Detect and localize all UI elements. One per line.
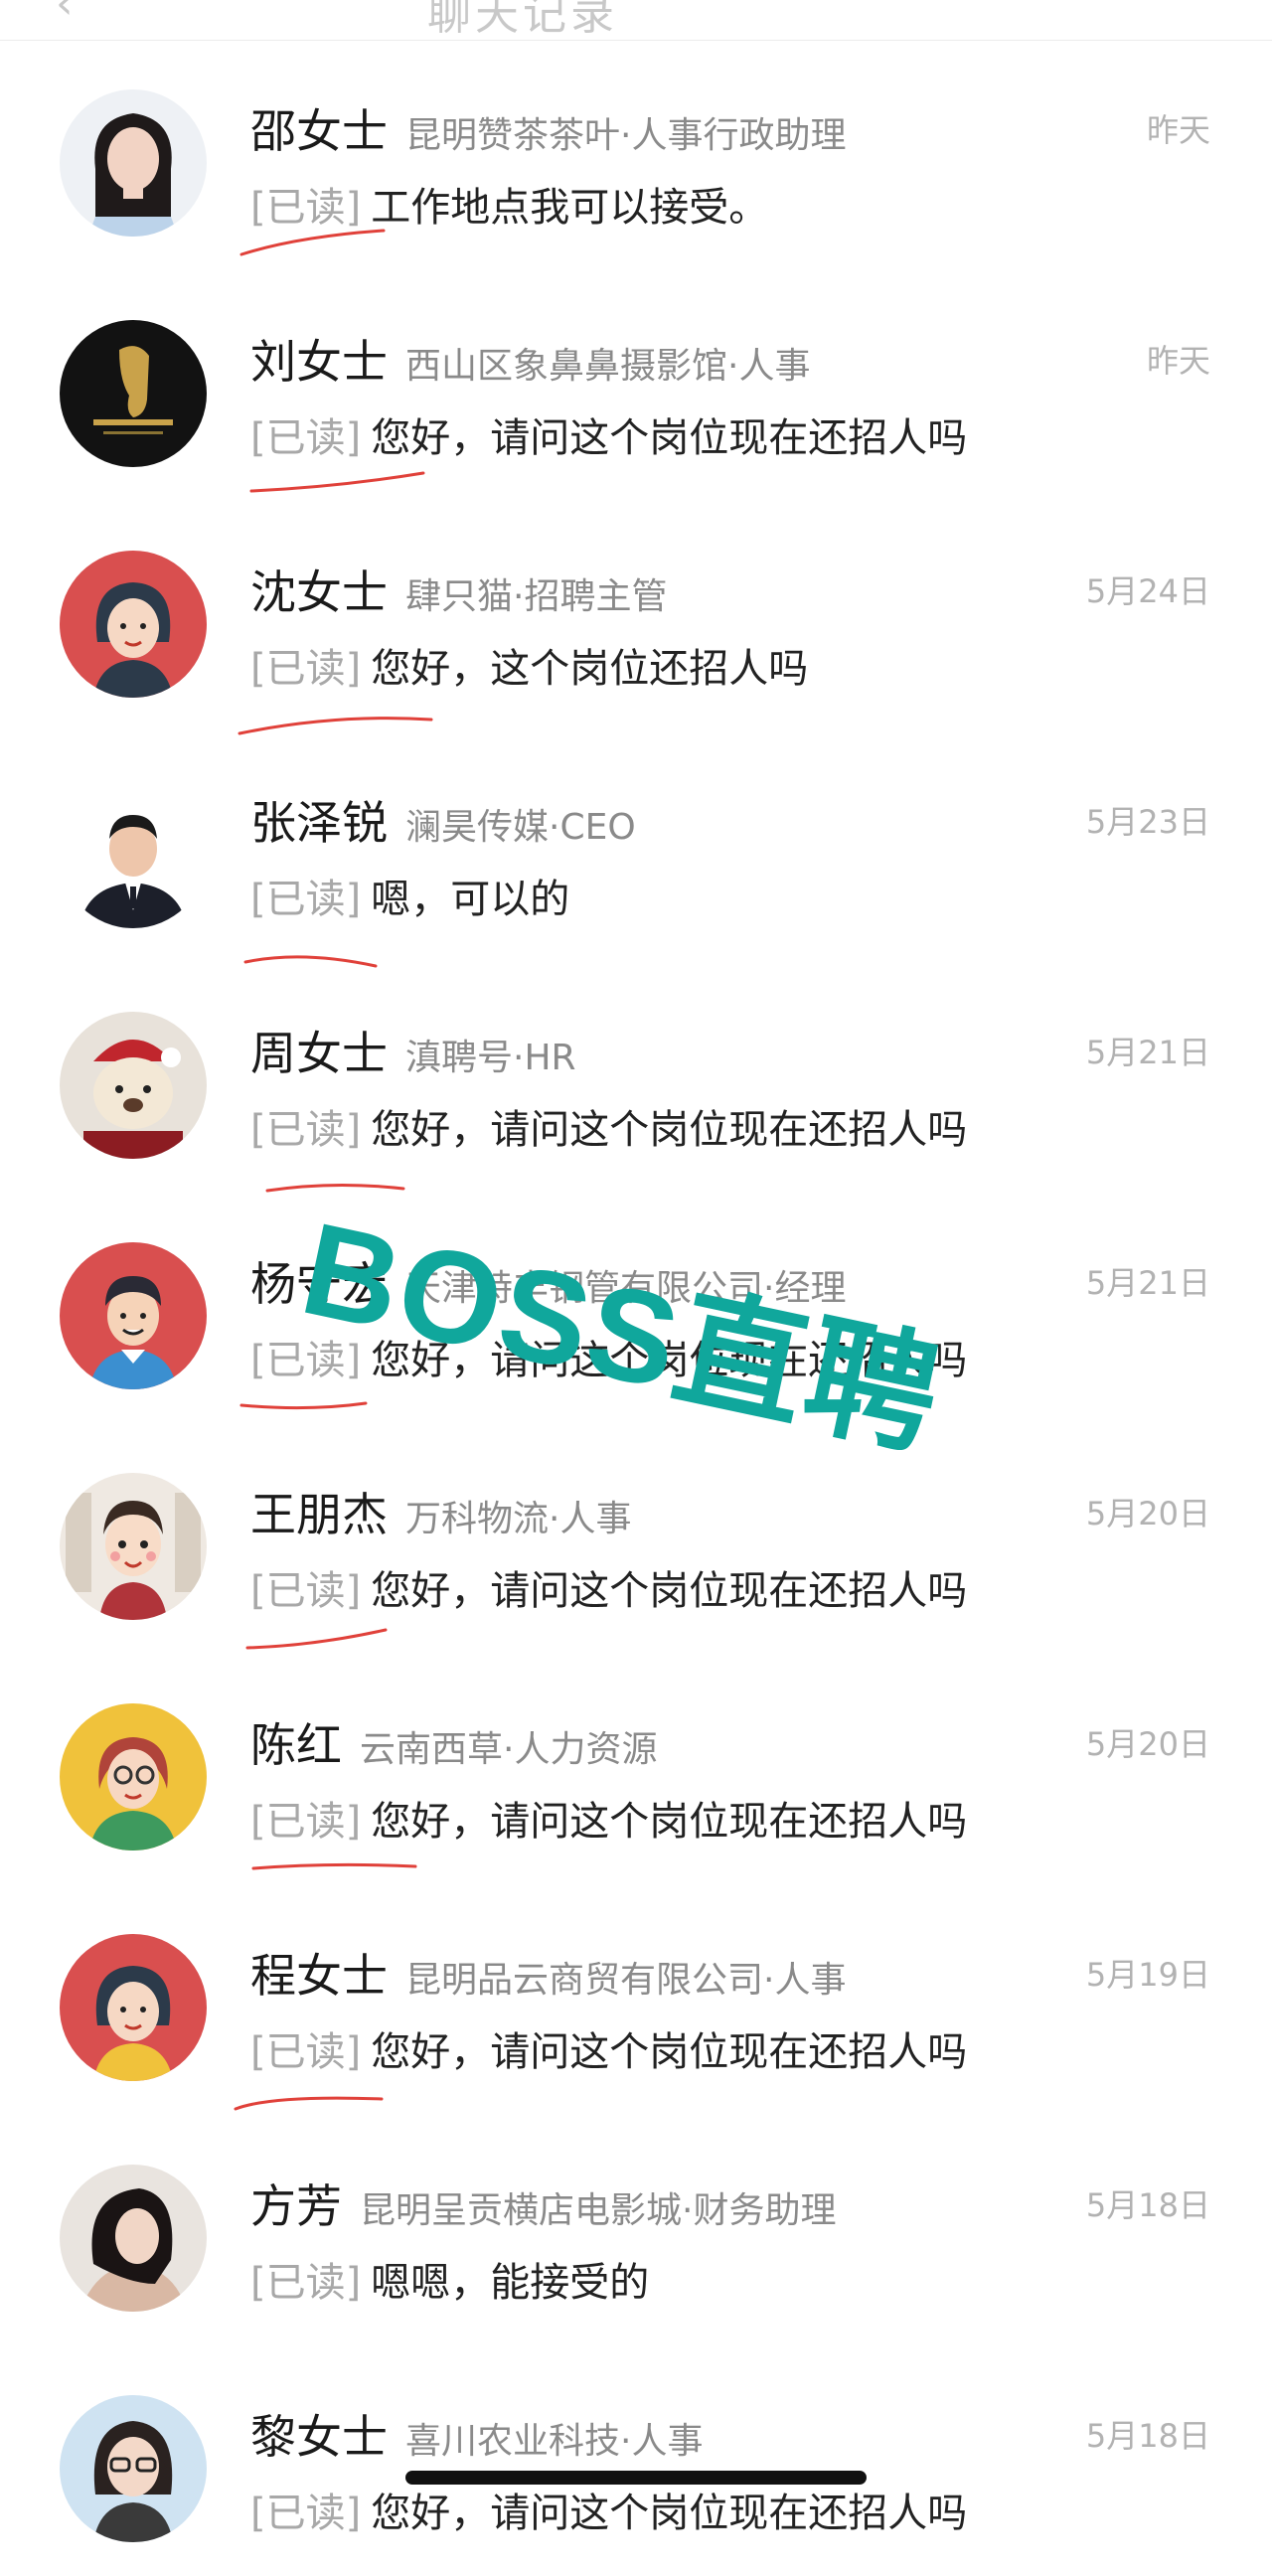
contact-name-text: 程女士 <box>250 1949 388 2003</box>
read-status: [已读] <box>250 1107 362 1153</box>
company-title: 滇聘号·HR <box>405 1038 576 1078</box>
cartoon-man-avatar[interactable] <box>60 1242 207 1389</box>
contact-name-text: 方芳 <box>250 2179 342 2233</box>
message-time: 昨天 <box>1146 111 1210 149</box>
suit-man-avatar[interactable] <box>60 781 207 928</box>
conversation-item[interactable]: 张泽锐 澜昊传媒·CEO 5月23日 [已读] 嗯，可以的 <box>0 731 1272 968</box>
contact-name: 程女士 昆明品云商贸有限公司·人事 <box>250 1940 846 2006</box>
contact-name: 周女士 滇聘号·HR <box>250 1018 576 1083</box>
page-title: 聊天记录 <box>427 0 618 40</box>
read-status: [已读] <box>250 646 362 692</box>
contact-name-text: 周女士 <box>250 1027 388 1080</box>
contact-name: 沈女士 肆只猫·招聘主管 <box>250 557 667 622</box>
contact-name-text: 黎女士 <box>250 2410 388 2464</box>
woman-photo-avatar[interactable] <box>60 2165 207 2312</box>
company-title: 西山区象鼻鼻摄影馆·人事 <box>405 346 811 387</box>
read-status: [已读] <box>250 2260 362 2306</box>
company-title: 喜川农业科技·人事 <box>405 2421 704 2462</box>
company-title: 澜昊传媒·CEO <box>405 807 636 848</box>
contact-name-text: 沈女士 <box>250 565 388 619</box>
back-icon[interactable]: ‹ <box>56 0 74 29</box>
read-status: [已读] <box>250 877 362 922</box>
contact-name: 黎女士 喜川农业科技·人事 <box>250 2401 703 2467</box>
message-text: 您好，请问这个岗位现在还招人吗 <box>371 415 968 461</box>
message-time: 昨天 <box>1146 342 1210 380</box>
message-text: 工作地点我可以接受。 <box>371 185 769 231</box>
last-message: [已读] 您好，请问这个岗位现在还招人吗 <box>250 2019 967 2077</box>
message-time: 5月18日 <box>1085 2186 1210 2224</box>
message-text: 您好，请问这个岗位现在还招人吗 <box>371 2491 968 2536</box>
message-time: 5月19日 <box>1085 1956 1210 1994</box>
read-status: [已读] <box>250 1568 362 1614</box>
message-text: 嗯嗯，能接受的 <box>371 2260 650 2306</box>
conversation-item[interactable]: 方芳 昆明呈贡横店电影城·财务助理 5月18日 [已读] 嗯嗯，能接受的 <box>0 2115 1272 2345</box>
message-time: 5月23日 <box>1085 803 1210 841</box>
home-indicator[interactable] <box>405 2471 867 2485</box>
cartoon-woman-avatar[interactable] <box>60 1934 207 2081</box>
contact-name-text: 张泽锐 <box>250 796 388 850</box>
last-message: [已读] 您好，这个岗位还招人吗 <box>250 636 808 694</box>
read-status: [已读] <box>250 2491 362 2536</box>
glasses-woman-photo-avatar[interactable] <box>60 2395 207 2542</box>
conversation-item[interactable]: 黎女士 喜川农业科技·人事 5月18日 [已读] 您好，请问这个岗位现在还招人吗 <box>0 2345 1272 2576</box>
message-text: 您好，这个岗位还招人吗 <box>371 646 809 692</box>
cartoon-glasses-woman-avatar[interactable] <box>60 1703 207 1851</box>
conversation-item[interactable]: 刘女士 西山区象鼻鼻摄影馆·人事 昨天 [已读] 您好，请问这个岗位现在还招人吗 <box>0 270 1272 501</box>
read-status: [已读] <box>250 2029 362 2075</box>
message-time: 5月20日 <box>1085 1725 1210 1763</box>
company-title: 昆明呈贡横店电影城·财务助理 <box>360 2190 837 2231</box>
conversation-item[interactable]: 邵女士 昆明赞茶茶叶·人事行政助理 昨天 [已读] 工作地点我可以接受。 <box>0 40 1272 270</box>
company-title: 昆明赞茶茶叶·人事行政助理 <box>405 115 847 156</box>
message-time: 5月21日 <box>1085 1034 1210 1071</box>
conversation-item[interactable]: 周女士 滇聘号·HR 5月21日 [已读] 您好，请问这个岗位现在还招人吗 <box>0 962 1272 1193</box>
last-message: [已读] 您好，请问这个岗位现在还招人吗 <box>250 405 967 463</box>
message-time: 5月20日 <box>1085 1495 1210 1532</box>
contact-name: 邵女士 昆明赞茶茶叶·人事行政助理 <box>250 95 846 161</box>
red-underline-annotation <box>234 2096 384 2111</box>
conversation-item[interactable]: 陈红 云南西草·人力资源 5月20日 [已读] 您好，请问这个岗位现在还招人吗 <box>0 1654 1272 1884</box>
red-underline-annotation <box>239 229 386 256</box>
message-time: 5月21日 <box>1085 1264 1210 1302</box>
woman-photo-avatar[interactable] <box>60 89 207 237</box>
company-title: 肆只猫·招聘主管 <box>405 576 668 617</box>
contact-name-text: 邵女士 <box>250 104 388 158</box>
red-underline-annotation <box>249 471 425 493</box>
last-message: [已读] 您好，请问这个岗位现在还招人吗 <box>250 1097 967 1155</box>
navigation-bar: ‹ 聊天记录 <box>0 0 1272 41</box>
contact-name: 刘女士 西山区象鼻鼻摄影馆·人事 <box>250 326 810 392</box>
elephant-logo-avatar[interactable] <box>60 320 207 467</box>
teddy-bear-avatar[interactable] <box>60 1012 207 1159</box>
last-message: [已读] 嗯嗯，能接受的 <box>250 2250 649 2308</box>
contact-name: 方芳 昆明呈贡横店电影城·财务助理 <box>250 2171 836 2236</box>
message-time: 5月18日 <box>1085 2417 1210 2455</box>
message-time: 5月24日 <box>1085 572 1210 610</box>
red-underline-annotation <box>251 1862 417 1870</box>
contact-name-text: 刘女士 <box>250 335 388 389</box>
message-text: 您好，请问这个岗位现在还招人吗 <box>371 1107 968 1153</box>
conversation-item[interactable]: 沈女士 肆只猫·招聘主管 5月24日 [已读] 您好，这个岗位还招人吗 <box>0 501 1272 735</box>
contact-name: 陈红 云南西草·人力资源 <box>250 1709 657 1775</box>
company-title: 昆明品云商贸有限公司·人事 <box>405 1960 847 2001</box>
last-message: [已读] 您好，请问这个岗位现在还招人吗 <box>250 2481 967 2538</box>
contact-name-text: 王朋杰 <box>250 1488 388 1541</box>
last-message: [已读] 嗯，可以的 <box>250 867 569 924</box>
conversation-item[interactable]: 程女士 昆明品云商贸有限公司·人事 5月19日 [已读] 您好，请问这个岗位现在还招… <box>0 1884 1272 2115</box>
read-status: [已读] <box>250 415 362 461</box>
read-status: [已读] <box>250 1799 362 1845</box>
cartoon-woman-avatar[interactable] <box>60 551 207 698</box>
last-message: [已读] 您好，请问这个岗位现在还招人吗 <box>250 1789 967 1847</box>
message-text: 您好，请问这个岗位现在还招人吗 <box>371 1799 968 1845</box>
message-text: 您好，请问这个岗位现在还招人吗 <box>371 2029 968 2075</box>
cartoon-boy-avatar[interactable] <box>60 1473 207 1620</box>
company-title: 云南西草·人力资源 <box>360 1729 658 1770</box>
message-text: 嗯，可以的 <box>371 877 570 922</box>
contact-name: 张泽锐 澜昊传媒·CEO <box>250 787 636 853</box>
contact-name-text: 陈红 <box>250 1718 342 1772</box>
